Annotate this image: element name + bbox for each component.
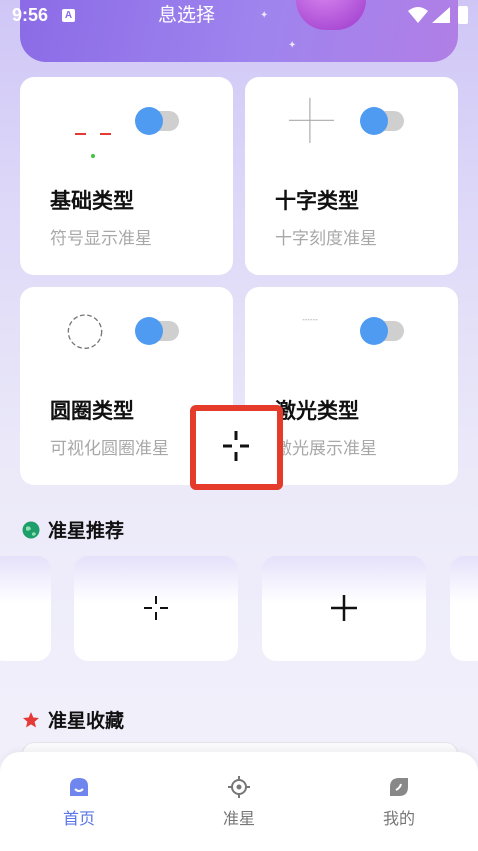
notification-icon: A [62,9,75,22]
crosshair-icon [144,596,168,620]
laser-crosshair-preview [302,319,319,321]
card-cross-type[interactable]: 十字类型 十字刻度准星 [245,77,458,275]
card-title: 圆圈类型 [50,399,134,423]
signal-icon [432,7,450,23]
recommend-tile-partial-left[interactable] [0,556,51,661]
card-basic-type[interactable]: 基础类型 符号显示准星 [20,77,233,275]
section-label: 准星推荐 [48,520,125,542]
toggle-circle[interactable] [135,317,179,345]
profile-icon [390,778,408,796]
star-icon [23,712,39,728]
toggle-cross[interactable] [360,107,404,135]
recommend-tile[interactable] [262,556,426,661]
circle-crosshair-preview [67,314,103,349]
status-time: 9:56 [12,5,49,25]
crosshair-icon [223,431,249,461]
cross-crosshair-preview [288,97,334,143]
section-label: 准星收藏 [48,710,125,732]
recommend-tile[interactable] [74,556,238,661]
bottom-tab-bar: 首页 准星 我的 [0,752,478,851]
crosshair-icon [228,776,250,798]
tab-label: 我的 [382,809,415,828]
globe-icon [22,521,40,539]
tab-label: 首页 [62,809,95,828]
status-bar: 9:56 A [0,0,478,32]
basic-crosshair-preview [75,133,111,158]
recommend-tile-partial-right[interactable] [450,556,478,661]
card-subtitle: 符号显示准星 [50,229,152,249]
card-subtitle: 十字刻度准星 [275,229,377,249]
section-recommend-title: 准星推荐 [22,516,124,543]
battery-icon [458,6,468,24]
wifi-icon [408,7,428,23]
card-subtitle: 激光展示准星 [275,439,377,459]
tab-crosshair[interactable]: 准星 [179,752,299,851]
floating-crosshair-overlay[interactable] [190,405,283,490]
sparkle-icon: ✦ [288,40,297,51]
section-favorites-title: 准星收藏 [22,706,124,733]
toggle-laser[interactable] [360,317,404,345]
card-title: 激光类型 [275,399,359,423]
tab-profile[interactable]: 我的 [339,752,459,851]
home-icon [70,778,88,796]
card-title: 十字类型 [275,189,359,213]
toggle-basic[interactable] [135,107,179,135]
crosshair-icon [331,595,357,621]
tab-home[interactable]: 首页 [19,752,139,851]
card-subtitle: 可视化圆圈准星 [50,439,169,459]
card-title: 基础类型 [50,189,134,213]
tab-label: 准星 [222,809,255,828]
